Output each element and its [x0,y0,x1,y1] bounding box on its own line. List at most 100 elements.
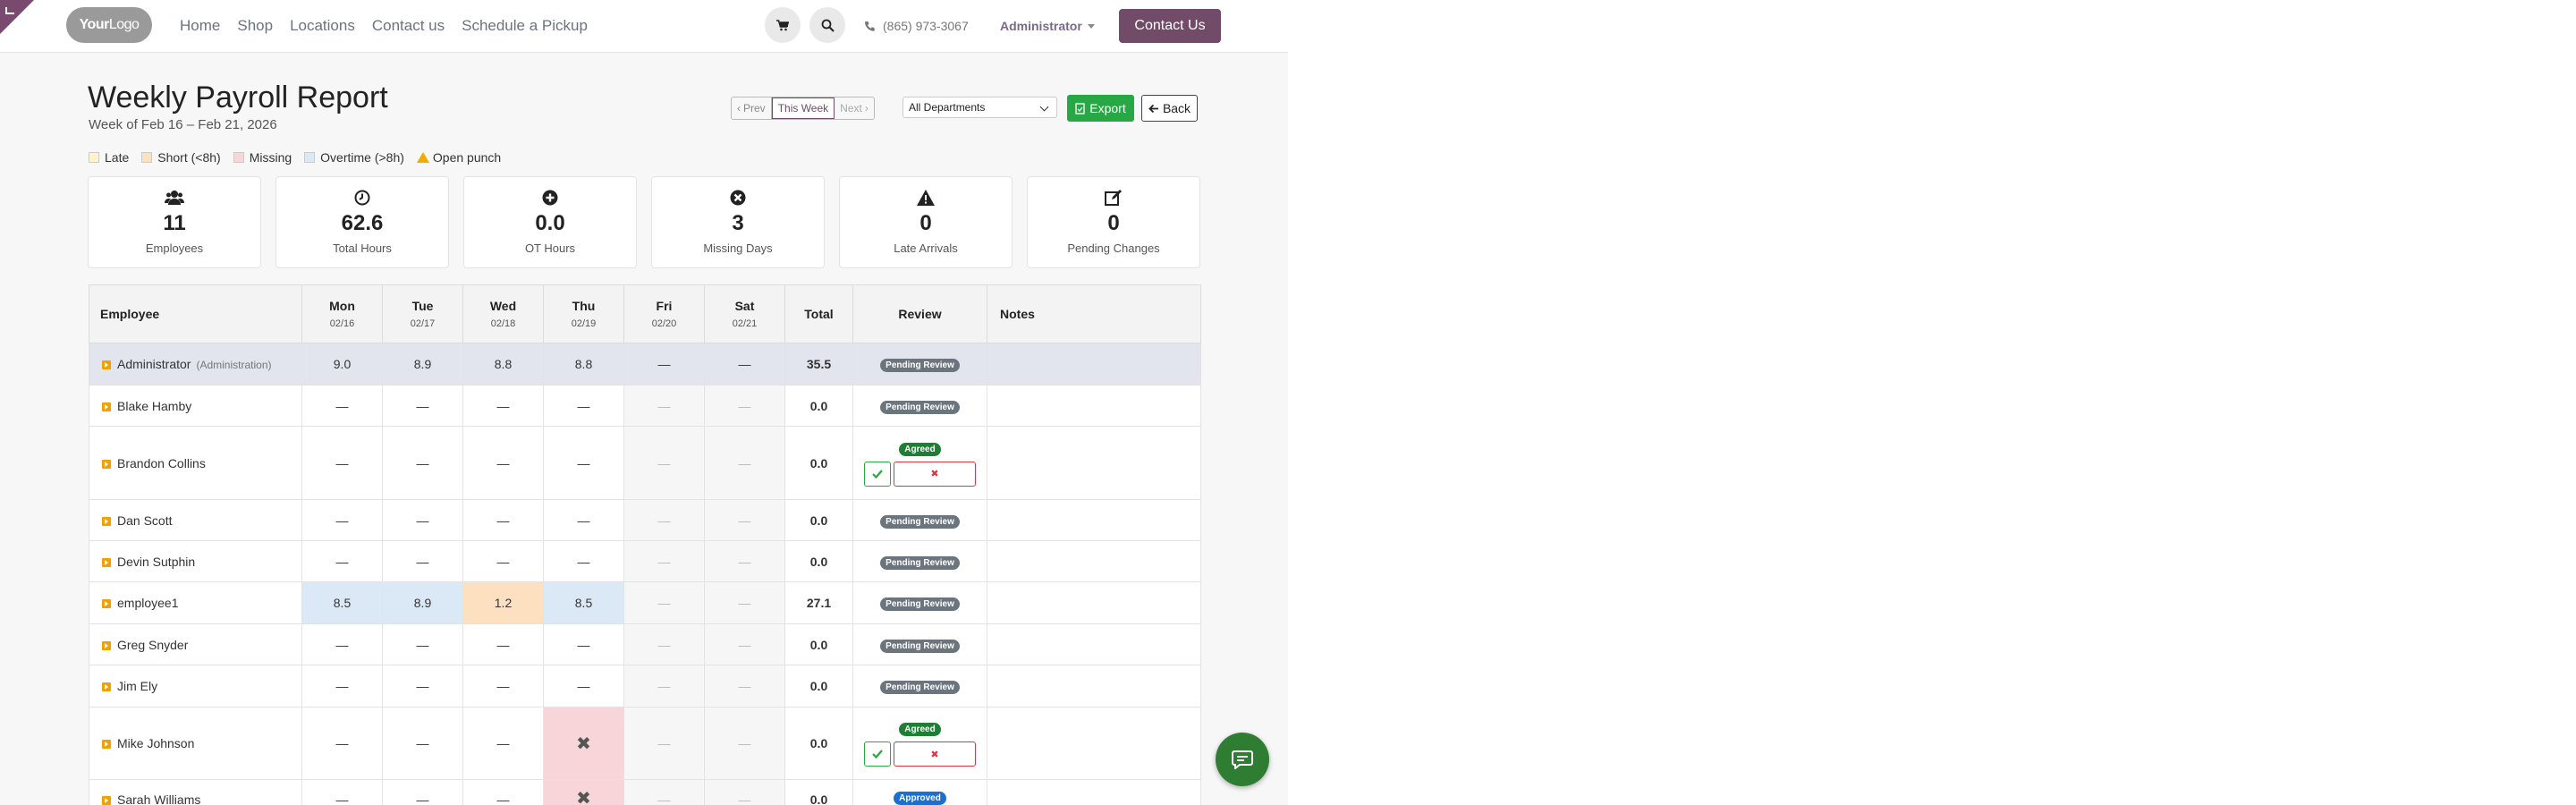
hours-cell[interactable]: — [543,385,624,427]
hours-cell[interactable]: — [382,623,463,665]
hours-cell[interactable]: — [623,623,705,665]
hours-cell[interactable]: — [382,665,463,708]
col-employee[interactable]: Employee [89,284,302,343]
hours-cell[interactable]: — [462,665,544,708]
hours-cell[interactable]: 1.2 [462,581,544,624]
approve-button[interactable] [864,741,891,767]
this-week-button[interactable]: This Week [771,97,835,119]
hours-cell[interactable]: — [623,499,705,541]
hours-cell[interactable]: 8.5 [301,581,383,624]
hours-cell[interactable]: — [301,540,383,582]
table-row[interactable]: Jim Ely — — — — — — 0.0 Pending Review [89,665,1201,708]
employee-cell[interactable]: Jim Ely [89,665,302,708]
hours-cell[interactable]: — [704,623,785,665]
cart-button[interactable] [765,7,801,43]
expand-icon[interactable] [102,459,111,469]
phone-link[interactable]: (865) 973-3067 [864,0,969,52]
hours-cell[interactable]: — [382,426,463,500]
employee-cell[interactable]: Blake Hamby [89,385,302,427]
hours-cell[interactable]: — [462,779,544,805]
hours-cell[interactable]: — [623,665,705,708]
hours-cell[interactable]: — [462,540,544,582]
notes-cell[interactable] [987,623,1201,665]
hours-cell[interactable]: 8.8 [462,343,544,386]
hours-cell[interactable]: — [704,343,785,386]
notes-cell[interactable] [987,707,1201,780]
table-row[interactable]: Devin Sutphin — — — — — — 0.0 Pending Re… [89,540,1201,582]
hours-cell[interactable]: — [623,707,705,780]
hours-cell[interactable]: — [623,540,705,582]
hours-cell[interactable]: — [704,665,785,708]
expand-icon[interactable] [102,360,111,370]
hours-cell[interactable]: — [704,779,785,805]
expand-icon[interactable] [102,516,111,526]
nav-shop[interactable]: Shop [237,17,273,35]
table-row[interactable]: Greg Snyder — — — — — — 0.0 Pending Revi… [89,623,1201,665]
hours-cell[interactable]: — [543,623,624,665]
hours-cell[interactable]: — [704,385,785,427]
search-button[interactable] [809,7,845,43]
table-row[interactable]: Administrator (Administration) 9.0 8.9 8.… [89,343,1201,386]
hours-cell[interactable]: — [704,499,785,541]
nav-home[interactable]: Home [180,17,220,35]
hours-cell[interactable]: — [623,385,705,427]
approve-button[interactable] [864,461,891,487]
notes-cell[interactable] [987,540,1201,582]
nav-schedule-pickup[interactable]: Schedule a Pickup [462,17,588,35]
expand-icon[interactable] [102,682,111,692]
reject-button[interactable]: ✖ [894,741,976,767]
back-button[interactable]: Back [1141,95,1198,122]
expand-icon[interactable] [102,796,111,805]
table-row[interactable]: Sarah Williams — — — ✖ — — 0.0 Approved [89,779,1201,805]
hours-cell[interactable]: — [623,581,705,624]
hours-cell[interactable]: — [382,707,463,780]
nav-contact-us[interactable]: Contact us [372,17,445,35]
hours-cell[interactable]: — [704,426,785,500]
table-row[interactable]: Blake Hamby — — — — — — 0.0 Pending Revi… [89,385,1201,427]
notes-cell[interactable] [987,426,1201,500]
reject-button[interactable]: ✖ [894,461,976,487]
hours-cell[interactable]: — [301,426,383,500]
expand-icon[interactable] [102,740,111,750]
prev-week-button[interactable]: ‹ Prev [732,97,772,119]
corner-icon[interactable] [5,7,14,14]
notes-cell[interactable] [987,499,1201,541]
hours-cell[interactable]: — [301,499,383,541]
table-row[interactable]: employee1 8.5 8.9 1.2 8.5 — — 27.1 Pendi… [89,581,1201,624]
hours-cell[interactable]: — [462,623,544,665]
employee-cell[interactable]: Greg Snyder [89,623,302,665]
contact-us-button[interactable]: Contact Us [1119,9,1221,43]
hours-cell[interactable]: — [382,499,463,541]
notes-cell[interactable] [987,385,1201,427]
department-select[interactable]: All Departments [902,97,1057,118]
hours-cell[interactable]: — [462,499,544,541]
hours-cell[interactable]: 8.8 [543,343,624,386]
nav-locations[interactable]: Locations [290,17,355,35]
export-button[interactable]: Export [1067,95,1134,122]
employee-cell[interactable]: Sarah Williams [89,779,302,805]
hours-cell[interactable]: — [543,499,624,541]
hours-cell[interactable]: — [704,540,785,582]
hours-cell[interactable]: 8.9 [382,343,463,386]
expand-icon[interactable] [102,640,111,650]
hours-cell[interactable]: — [382,385,463,427]
hours-cell[interactable]: — [301,623,383,665]
hours-cell[interactable]: — [623,343,705,386]
expand-icon[interactable] [102,557,111,567]
employee-cell[interactable]: employee1 [89,581,302,624]
table-row[interactable]: Dan Scott — — — — — — 0.0 Pending Review [89,499,1201,541]
hours-cell[interactable]: — [462,385,544,427]
corner-ribbon[interactable] [0,0,34,34]
table-row[interactable]: Mike Johnson — — — ✖ — — 0.0 Agreed ✖ [89,707,1201,780]
employee-cell[interactable]: Brandon Collins [89,426,302,500]
hours-cell[interactable]: — [623,779,705,805]
next-week-button[interactable]: Next › [835,97,874,119]
notes-cell[interactable] [987,343,1201,386]
hours-cell[interactable]: — [462,426,544,500]
hours-cell[interactable]: — [301,779,383,805]
notes-cell[interactable] [987,779,1201,805]
hours-cell[interactable]: — [382,779,463,805]
hours-cell[interactable]: — [382,540,463,582]
hours-cell[interactable]: — [301,385,383,427]
employee-cell[interactable]: Administrator (Administration) [89,343,302,386]
